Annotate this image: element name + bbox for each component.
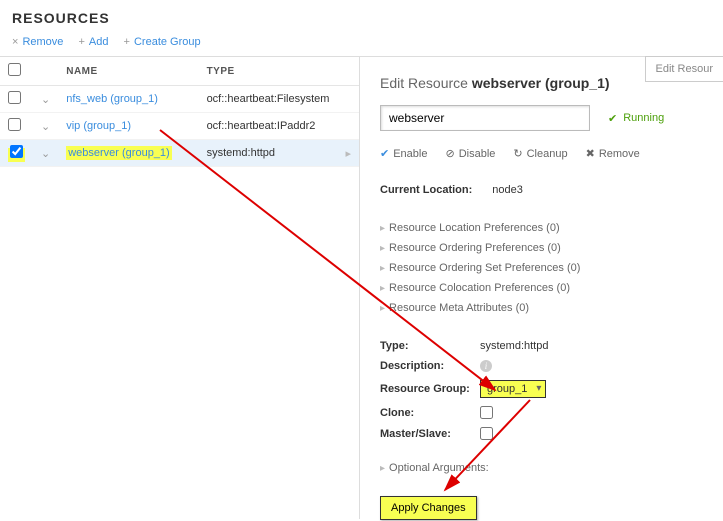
type-label: Type: [380,340,480,352]
disable-button[interactable]: ⊘Disable [445,147,495,160]
chevron-down-icon[interactable]: ⌄ [33,86,58,113]
optional-arguments[interactable]: Optional Arguments: [380,458,703,478]
status-badge: ✔Running [608,112,664,125]
clone-label: Clone: [380,407,480,419]
action-bar: ✔Enable ⊘Disable ↻Cleanup ✖Remove [380,147,703,160]
col-type: TYPE [199,57,359,86]
resource-type: ocf::heartbeat:IPaddr2 [199,113,359,140]
row-checkbox[interactable] [8,118,21,131]
current-location: Current Location:node3 [380,184,703,196]
resource-name-input[interactable] [380,105,590,131]
create-group-link[interactable]: Create Group [134,36,201,48]
cleanup-button[interactable]: ↻Cleanup [513,147,567,160]
clone-checkbox[interactable] [480,406,493,419]
add-icon[interactable]: + [78,36,84,48]
remove-icon[interactable]: × [12,36,18,48]
resource-type: ocf::heartbeat:Filesystem [199,86,359,113]
add-link[interactable]: Add [89,36,109,48]
resource-name-link[interactable]: vip (group_1) [66,120,131,132]
close-icon: ✖ [586,147,595,160]
group-icon[interactable]: + [124,36,130,48]
row-checkbox[interactable] [8,91,21,104]
cancel-icon: ⊘ [445,147,454,160]
select-all-checkbox[interactable] [8,63,21,76]
preference-section[interactable]: Resource Location Preferences (0) [380,218,703,238]
master-slave-checkbox[interactable] [480,427,493,440]
chevron-down-icon[interactable]: ⌄ [33,113,58,140]
table-row[interactable]: ⌄ webserver (group_1) systemd:httpd▸ [0,140,359,167]
col-expand [33,57,58,86]
resource-name-link[interactable]: webserver (group_1) [68,147,170,159]
page-title: RESOURCES [12,10,711,26]
panel-title: Edit Resource webserver (group_1) [380,75,703,91]
preference-section[interactable]: Resource Meta Attributes (0) [380,298,703,318]
toolbar: × Remove + Add + Create Group [0,32,723,56]
info-icon[interactable]: i [480,360,492,372]
description-label: Description: [380,360,480,372]
resource-group-select[interactable]: group_1 [480,380,546,398]
master-slave-label: Master/Slave: [380,428,480,440]
chevron-down-icon[interactable]: ⌄ [33,140,58,167]
check-icon: ✔ [608,112,617,125]
apply-changes-button[interactable]: Apply Changes [380,496,477,520]
remove-link[interactable]: Remove [22,36,63,48]
preference-section[interactable]: Resource Colocation Preferences (0) [380,278,703,298]
table-row[interactable]: ⌄ nfs_web (group_1) ocf::heartbeat:Filesys… [0,86,359,113]
resource-list-panel: NAME TYPE ⌄nfs_web (group_1)ocf::heartbe… [0,57,360,519]
resource-type: systemd:httpd▸ [199,140,359,167]
table-row[interactable]: ⌄ vip (group_1) ocf::heartbeat:IPaddr2 [0,113,359,140]
preference-section[interactable]: Resource Ordering Set Preferences (0) [380,258,703,278]
edit-resource-panel: Edit Resource webserver (group_1) ✔Runni… [360,57,723,519]
page-header: RESOURCES [0,0,723,32]
col-checkbox [0,57,33,86]
row-checkbox[interactable] [10,145,23,158]
remove-button[interactable]: ✖Remove [586,147,640,160]
col-name: NAME [58,57,198,86]
preference-section[interactable]: Resource Ordering Preferences (0) [380,238,703,258]
type-value: systemd:httpd [480,340,548,352]
chevron-right-icon: ▸ [345,147,351,160]
resource-table: NAME TYPE ⌄nfs_web (group_1)ocf::heartbe… [0,57,359,167]
check-icon: ✔ [380,147,389,160]
refresh-icon: ↻ [513,147,522,160]
resource-group-label: Resource Group: [380,383,480,395]
resource-name-link[interactable]: nfs_web (group_1) [66,93,158,105]
enable-button[interactable]: ✔Enable [380,147,427,160]
